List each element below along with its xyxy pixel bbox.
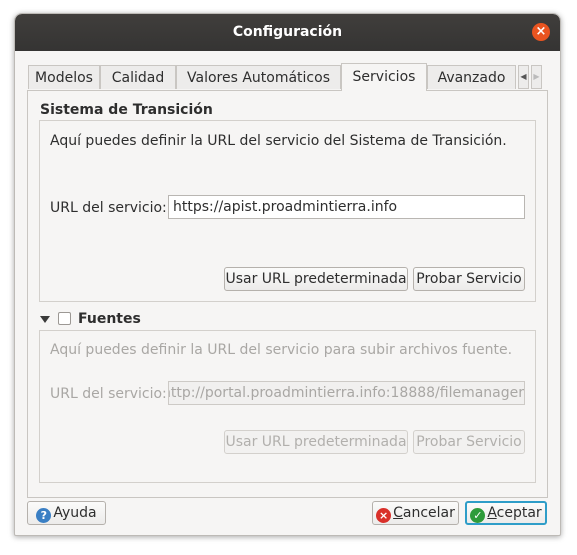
tab-servicios[interactable]: Servicios bbox=[341, 63, 427, 91]
sources-url-label: URL del servicio: bbox=[50, 386, 167, 402]
chevron-right-icon: ▶ bbox=[533, 72, 540, 81]
tab-scroll-left-button[interactable]: ◀ bbox=[518, 65, 529, 89]
chevron-left-icon: ◀ bbox=[520, 72, 527, 81]
help-button-label: Ayuda bbox=[53, 505, 97, 521]
cancel-button[interactable]: × Cancelar bbox=[372, 501, 459, 525]
transition-test-service-button[interactable]: Probar Servicio bbox=[413, 267, 525, 291]
settings-dialog: Configuración × Modelos Calidad Valores … bbox=[14, 13, 561, 536]
tab-scroll-right-button[interactable]: ▶ bbox=[531, 65, 542, 89]
tab-modelos[interactable]: Modelos bbox=[28, 65, 100, 89]
title-bar[interactable]: Configuración × bbox=[15, 14, 560, 51]
sources-checkbox[interactable] bbox=[58, 312, 71, 325]
sources-test-service-button[interactable]: Probar Servicio bbox=[413, 430, 525, 454]
accept-button-label: ceptar bbox=[496, 505, 542, 521]
transition-description: Aquí puedes definir la URL del servicio … bbox=[50, 133, 507, 149]
cancel-mnemonic: C bbox=[393, 505, 403, 521]
sources-url-input[interactable]: http://portal.proadmintierra.info:18888/… bbox=[168, 381, 525, 405]
transition-section-title: Sistema de Transición bbox=[40, 102, 213, 118]
close-button[interactable]: × bbox=[532, 23, 550, 41]
help-button[interactable]: ? Ayuda bbox=[27, 501, 106, 525]
tab-bar: Modelos Calidad Valores Automáticos Serv… bbox=[28, 63, 548, 91]
cancel-button-label: ancelar bbox=[402, 505, 455, 521]
expander-arrow-icon[interactable] bbox=[40, 316, 50, 323]
help-icon: ? bbox=[36, 508, 52, 523]
accept-mnemonic: A bbox=[487, 505, 497, 521]
close-icon: × bbox=[535, 24, 547, 39]
cancel-icon: × bbox=[376, 508, 392, 523]
accept-button[interactable]: ✓ Aceptar bbox=[465, 501, 547, 525]
window-title: Configuración bbox=[232, 24, 343, 40]
tab-valores-automaticos[interactable]: Valores Automáticos bbox=[176, 65, 341, 89]
sources-default-url-button[interactable]: Usar URL predeterminada bbox=[224, 430, 408, 454]
check-icon: ✓ bbox=[470, 508, 486, 523]
transition-url-label: URL del servicio: bbox=[50, 200, 167, 216]
tab-avanzado[interactable]: Avanzado bbox=[427, 65, 516, 89]
tab-calidad[interactable]: Calidad bbox=[100, 65, 176, 89]
sources-section-title: Fuentes bbox=[78, 311, 141, 327]
transition-default-url-button[interactable]: Usar URL predeterminada bbox=[224, 267, 408, 291]
transition-url-input[interactable]: https://apist.proadmintierra.info bbox=[168, 195, 525, 219]
sources-description: Aquí puedes definir la URL del servicio … bbox=[50, 342, 513, 358]
